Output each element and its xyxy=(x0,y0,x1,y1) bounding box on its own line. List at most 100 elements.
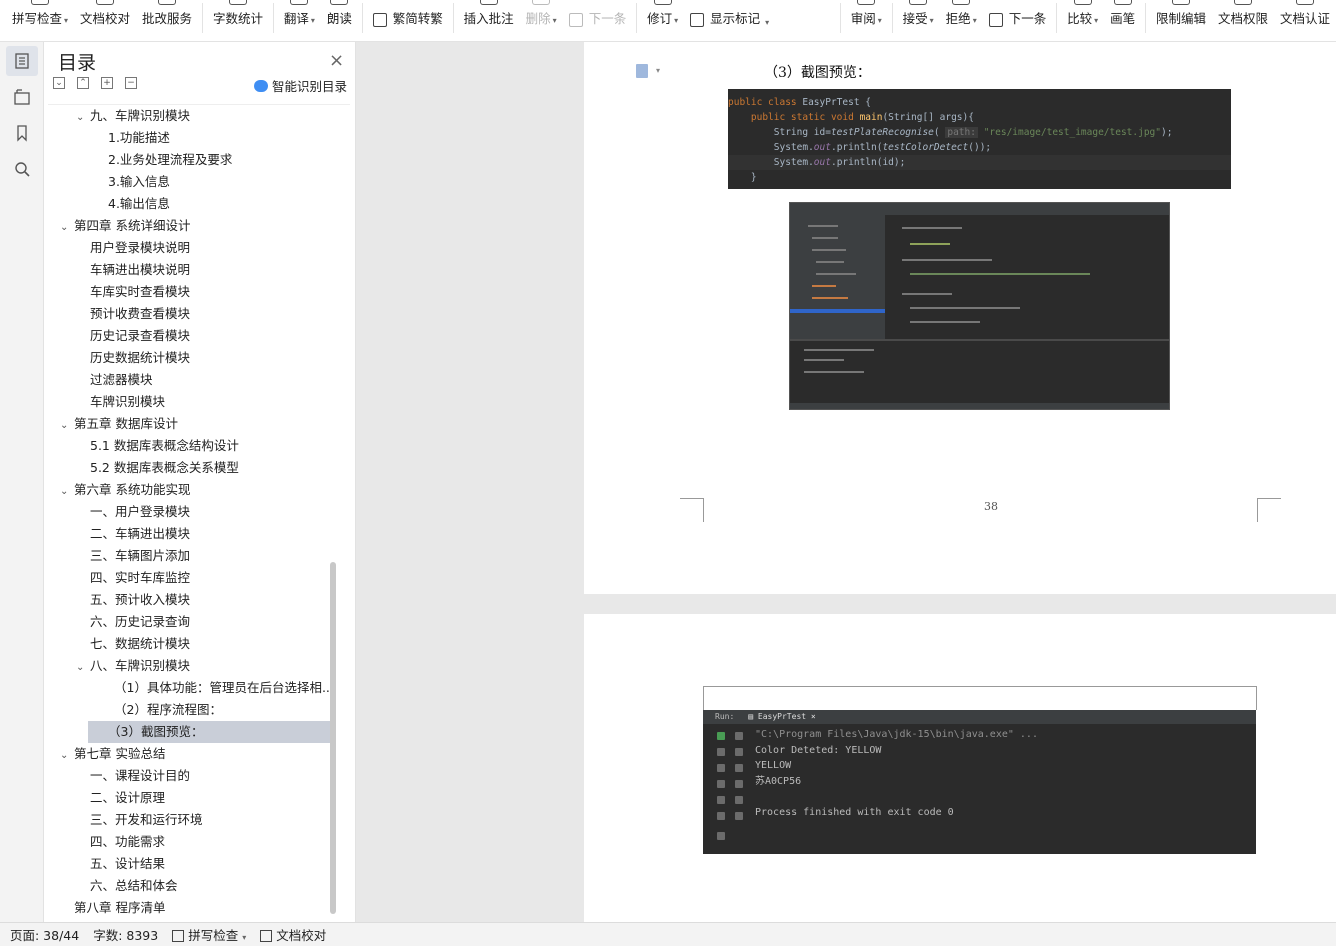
toc-item[interactable]: （1）具体功能：管理员在后台选择相... xyxy=(48,677,350,699)
toc-item[interactable]: 二、车辆进出模块 xyxy=(48,523,350,545)
next-change-button[interactable]: 下一条 xyxy=(983,0,1053,41)
toc-item-label: 车牌识别模块 xyxy=(90,394,166,409)
doc-permission-button[interactable]: 文档权限 xyxy=(1212,0,1274,41)
spellcheck-button[interactable]: 拼写检查 ▾ xyxy=(6,0,74,41)
toc-item[interactable]: （3）截图预览： xyxy=(88,721,330,743)
toc-item[interactable]: ⌄ 第四章 系统详细设计 xyxy=(48,215,350,237)
toc-item[interactable]: 过滤器模块 xyxy=(48,369,350,391)
page-indicator[interactable]: 页面: 38/44 xyxy=(10,925,79,944)
toc-item[interactable]: 车辆进出模块说明 xyxy=(48,259,350,281)
smart-toc-button[interactable]: 智能识别目录 xyxy=(254,76,347,95)
toc-item[interactable]: 2.业务处理流程及要求 xyxy=(48,149,350,171)
toc-item[interactable]: 四、功能需求 xyxy=(48,831,350,853)
toc-item[interactable]: 三、车辆图片添加 xyxy=(48,545,350,567)
pen-button[interactable]: 画笔 xyxy=(1104,0,1141,41)
toc-item[interactable]: ⌄ 八、车牌识别模块 xyxy=(48,655,350,677)
toc-item[interactable]: 3.输入信息 xyxy=(48,171,350,193)
toc-item-label: （3）截图预览： xyxy=(108,724,204,739)
toc-item-label: 5.2 数据库表概念关系模型 xyxy=(90,460,239,475)
reject-button[interactable]: 拒绝 ▾ xyxy=(940,0,983,41)
chevron-down-icon[interactable]: ⌄ xyxy=(76,107,90,127)
toc-item[interactable]: 历史数据统计模块 xyxy=(48,347,350,369)
smart-toc-icon xyxy=(254,79,268,92)
proofread-button[interactable]: 文档校对 xyxy=(74,0,136,41)
compare-button[interactable]: 比较 ▾ xyxy=(1061,0,1104,41)
status-spellcheck[interactable]: 拼写检查 ▾ xyxy=(172,925,246,944)
next-comment-button[interactable]: 下一条 xyxy=(563,0,633,41)
toc-item[interactable]: 1.功能描述 xyxy=(48,127,350,149)
toc-item[interactable]: ⌄ 第七章 实验总结 xyxy=(48,743,350,765)
status-proofread[interactable]: 文档校对 xyxy=(260,925,326,944)
revise-button[interactable]: 修订 ▾ xyxy=(641,0,684,41)
toc-item[interactable]: 二、设计原理 xyxy=(48,787,350,809)
toc-item[interactable]: 用户登录模块说明 xyxy=(48,237,350,259)
toc-item[interactable]: ⌄ 第五章 数据库设计 xyxy=(48,413,350,435)
toc-item[interactable]: 车牌识别模块 xyxy=(48,391,350,413)
toc-item[interactable]: （2）程序流程图： xyxy=(48,699,350,721)
review-button[interactable]: 审阅 ▾ xyxy=(845,0,888,41)
word-count-button[interactable]: 字数统计 xyxy=(207,0,269,41)
page-menu-icon[interactable] xyxy=(636,64,648,78)
word-count-indicator[interactable]: 字数: 8393 xyxy=(93,925,158,944)
translate-button[interactable]: 翻译 ▾ xyxy=(278,0,321,41)
spellcheck-icon xyxy=(172,930,185,942)
toc-item[interactable]: 5.2 数据库表概念关系模型 xyxy=(48,457,350,479)
simp-trad-button[interactable]: 繁简转繁 xyxy=(367,0,449,41)
toc-item[interactable]: 4.输出信息 xyxy=(48,193,350,215)
toc-item-label: 用户登录模块说明 xyxy=(90,240,191,255)
toc-item[interactable]: 车库实时查看模块 xyxy=(48,281,350,303)
close-icon[interactable]: × xyxy=(329,50,344,71)
toc-item-label: （1）具体功能：管理员在后台选择相... xyxy=(114,680,334,695)
toc-item-label: 车库实时查看模块 xyxy=(90,284,191,299)
toc-item[interactable]: 5.1 数据库表概念结构设计 xyxy=(48,435,350,457)
toc-item-label: 第六章 系统功能实现 xyxy=(74,482,191,497)
add-level-icon[interactable]: + xyxy=(101,77,113,89)
toc-item-label: 3.输入信息 xyxy=(108,174,170,189)
toc-item[interactable]: 一、用户登录模块 xyxy=(48,501,350,523)
expand-icon[interactable]: ⌃ xyxy=(77,77,89,89)
read-aloud-button[interactable]: 朗读 xyxy=(321,0,358,41)
toc-item[interactable]: 五、设计结果 xyxy=(48,853,350,875)
toc-item[interactable]: ⌄ 第六章 系统功能实现 xyxy=(48,479,350,501)
toc-item[interactable]: 四、实时车库监控 xyxy=(48,567,350,589)
translate-icon xyxy=(290,0,309,5)
chevron-down-icon[interactable]: ⌄ xyxy=(60,745,74,765)
delete-comment-button[interactable]: 删除 ▾ xyxy=(520,0,563,41)
restrict-edit-button[interactable]: 限制编辑 xyxy=(1150,0,1212,41)
toc-item-label: 六、历史记录查询 xyxy=(90,614,191,629)
doc-cert-button[interactable]: 文档认证 xyxy=(1274,0,1336,41)
toc-item[interactable]: ⌄ 九、车牌识别模块 xyxy=(48,105,350,127)
toc-item-label: （2）程序流程图： xyxy=(114,702,222,717)
remove-level-icon[interactable]: − xyxy=(125,77,137,89)
bookmark-icon[interactable] xyxy=(6,118,38,148)
collapse-icon[interactable]: ⌄ xyxy=(53,77,65,89)
search-icon[interactable] xyxy=(6,154,38,184)
toc-item[interactable]: 三、开发和运行环境 xyxy=(48,809,350,831)
toc-item[interactable]: 七、数据统计模块 xyxy=(48,633,350,655)
accept-button[interactable]: 接受 ▾ xyxy=(897,0,940,41)
correction-service-button[interactable]: 批改服务 xyxy=(136,0,198,41)
toc-item[interactable]: 历史记录查看模块 xyxy=(48,325,350,347)
chevron-down-icon[interactable]: ⌄ xyxy=(76,657,90,677)
chapter-nav-icon[interactable] xyxy=(6,82,38,112)
toc-item-label: 历史记录查看模块 xyxy=(90,328,191,343)
toc-item[interactable]: 六、历史记录查询 xyxy=(48,611,350,633)
insert-comment-button[interactable]: 插入批注 xyxy=(458,0,520,41)
toc-title: 目录 xyxy=(58,52,97,74)
toc-item[interactable]: 一、课程设计目的 xyxy=(48,765,350,787)
toc-item[interactable]: 五、预计收入模块 xyxy=(48,589,350,611)
chevron-down-icon[interactable]: ⌄ xyxy=(60,415,74,435)
toc-item-label: 四、实时车库监控 xyxy=(90,570,191,585)
toc-item[interactable]: 第八章 程序清单 xyxy=(48,897,350,914)
show-markup-button[interactable]: 显示标记 ▾ xyxy=(684,0,775,41)
toc-item-label: 二、车辆进出模块 xyxy=(90,526,191,541)
navigation-strip xyxy=(0,42,44,922)
toc-panel-icon[interactable] xyxy=(6,46,38,76)
toc-scrollbar[interactable] xyxy=(330,562,336,914)
toc-item[interactable]: 预计收费查看模块 xyxy=(48,303,350,325)
chevron-down-icon[interactable]: ⌄ xyxy=(60,217,74,237)
toc-item[interactable]: 六、总结和体会 xyxy=(48,875,350,897)
chevron-down-icon[interactable]: ⌄ xyxy=(60,481,74,501)
section-heading: （3）截图预览： xyxy=(764,65,871,81)
